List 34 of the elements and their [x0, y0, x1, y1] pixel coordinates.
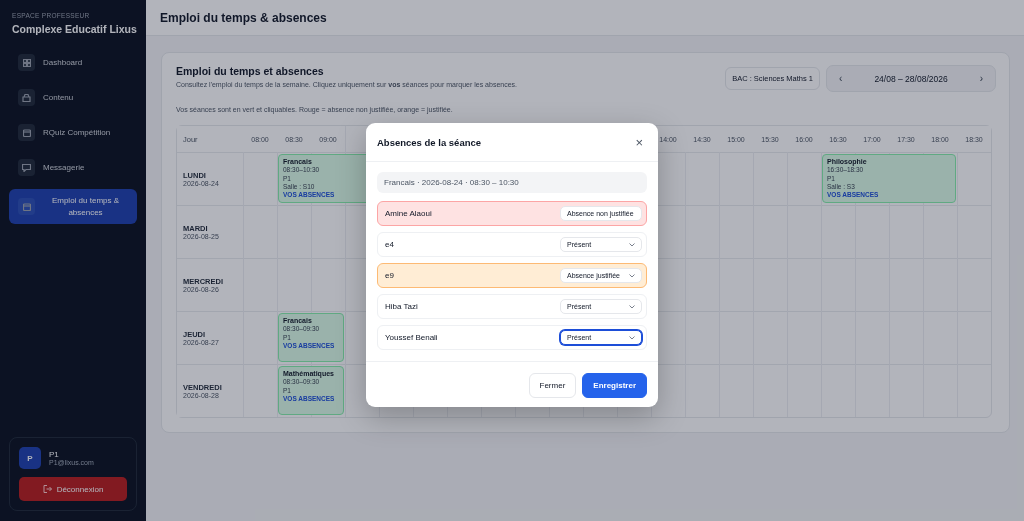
student-name: Hiba Tazi — [385, 302, 418, 311]
chevron-icon — [629, 242, 635, 247]
sidebar-item[interactable]: Emploi du temps & absences — [9, 189, 137, 225]
logout-button[interactable]: Déconnexion — [19, 477, 127, 501]
chevron-icon — [629, 335, 635, 340]
student-name: Amine Alaoui — [385, 209, 432, 218]
session-info: Francais · 2026-08-24 · 08:30 – 10:30 — [377, 172, 647, 193]
previous-week-button[interactable]: ‹ — [835, 73, 847, 84]
chevron-icon — [629, 273, 635, 278]
dialog-title: Absences de la séance — [377, 137, 482, 148]
save-button[interactable]: Enregistrer — [582, 373, 647, 398]
calendar-icon — [22, 202, 31, 211]
sidebar-item[interactable]: RQuiz Compétition — [9, 119, 137, 146]
box-icon — [22, 93, 31, 102]
school-name: Complexe Educatif Lixus — [12, 23, 137, 35]
close-button[interactable]: × — [635, 136, 643, 149]
sidebar-item[interactable]: Dashboard — [9, 49, 137, 76]
calendar-icon — [22, 128, 31, 137]
student-name: e4 — [385, 240, 394, 249]
sidebar-item[interactable]: Contenu — [9, 84, 137, 111]
next-week-button[interactable]: › — [975, 73, 987, 84]
panel-title: Emploi du temps et absences — [176, 65, 325, 77]
user-name: P1 — [49, 450, 60, 459]
student-name: e9 — [385, 271, 394, 280]
student-name: Youssef Benali — [385, 333, 438, 342]
logout-icon — [42, 485, 52, 493]
week-range: 24/08 – 28/08/2026 — [874, 73, 948, 84]
sidebar-item[interactable]: Messagerie — [9, 154, 137, 181]
user-avatar: P — [19, 447, 41, 469]
page-title: Emploi du temps & absences — [146, 0, 1024, 36]
chat-icon — [22, 163, 31, 172]
grid-icon — [22, 58, 31, 67]
chevron-icon — [629, 304, 635, 309]
close-dialog-button[interactable]: Fermer — [528, 373, 577, 398]
